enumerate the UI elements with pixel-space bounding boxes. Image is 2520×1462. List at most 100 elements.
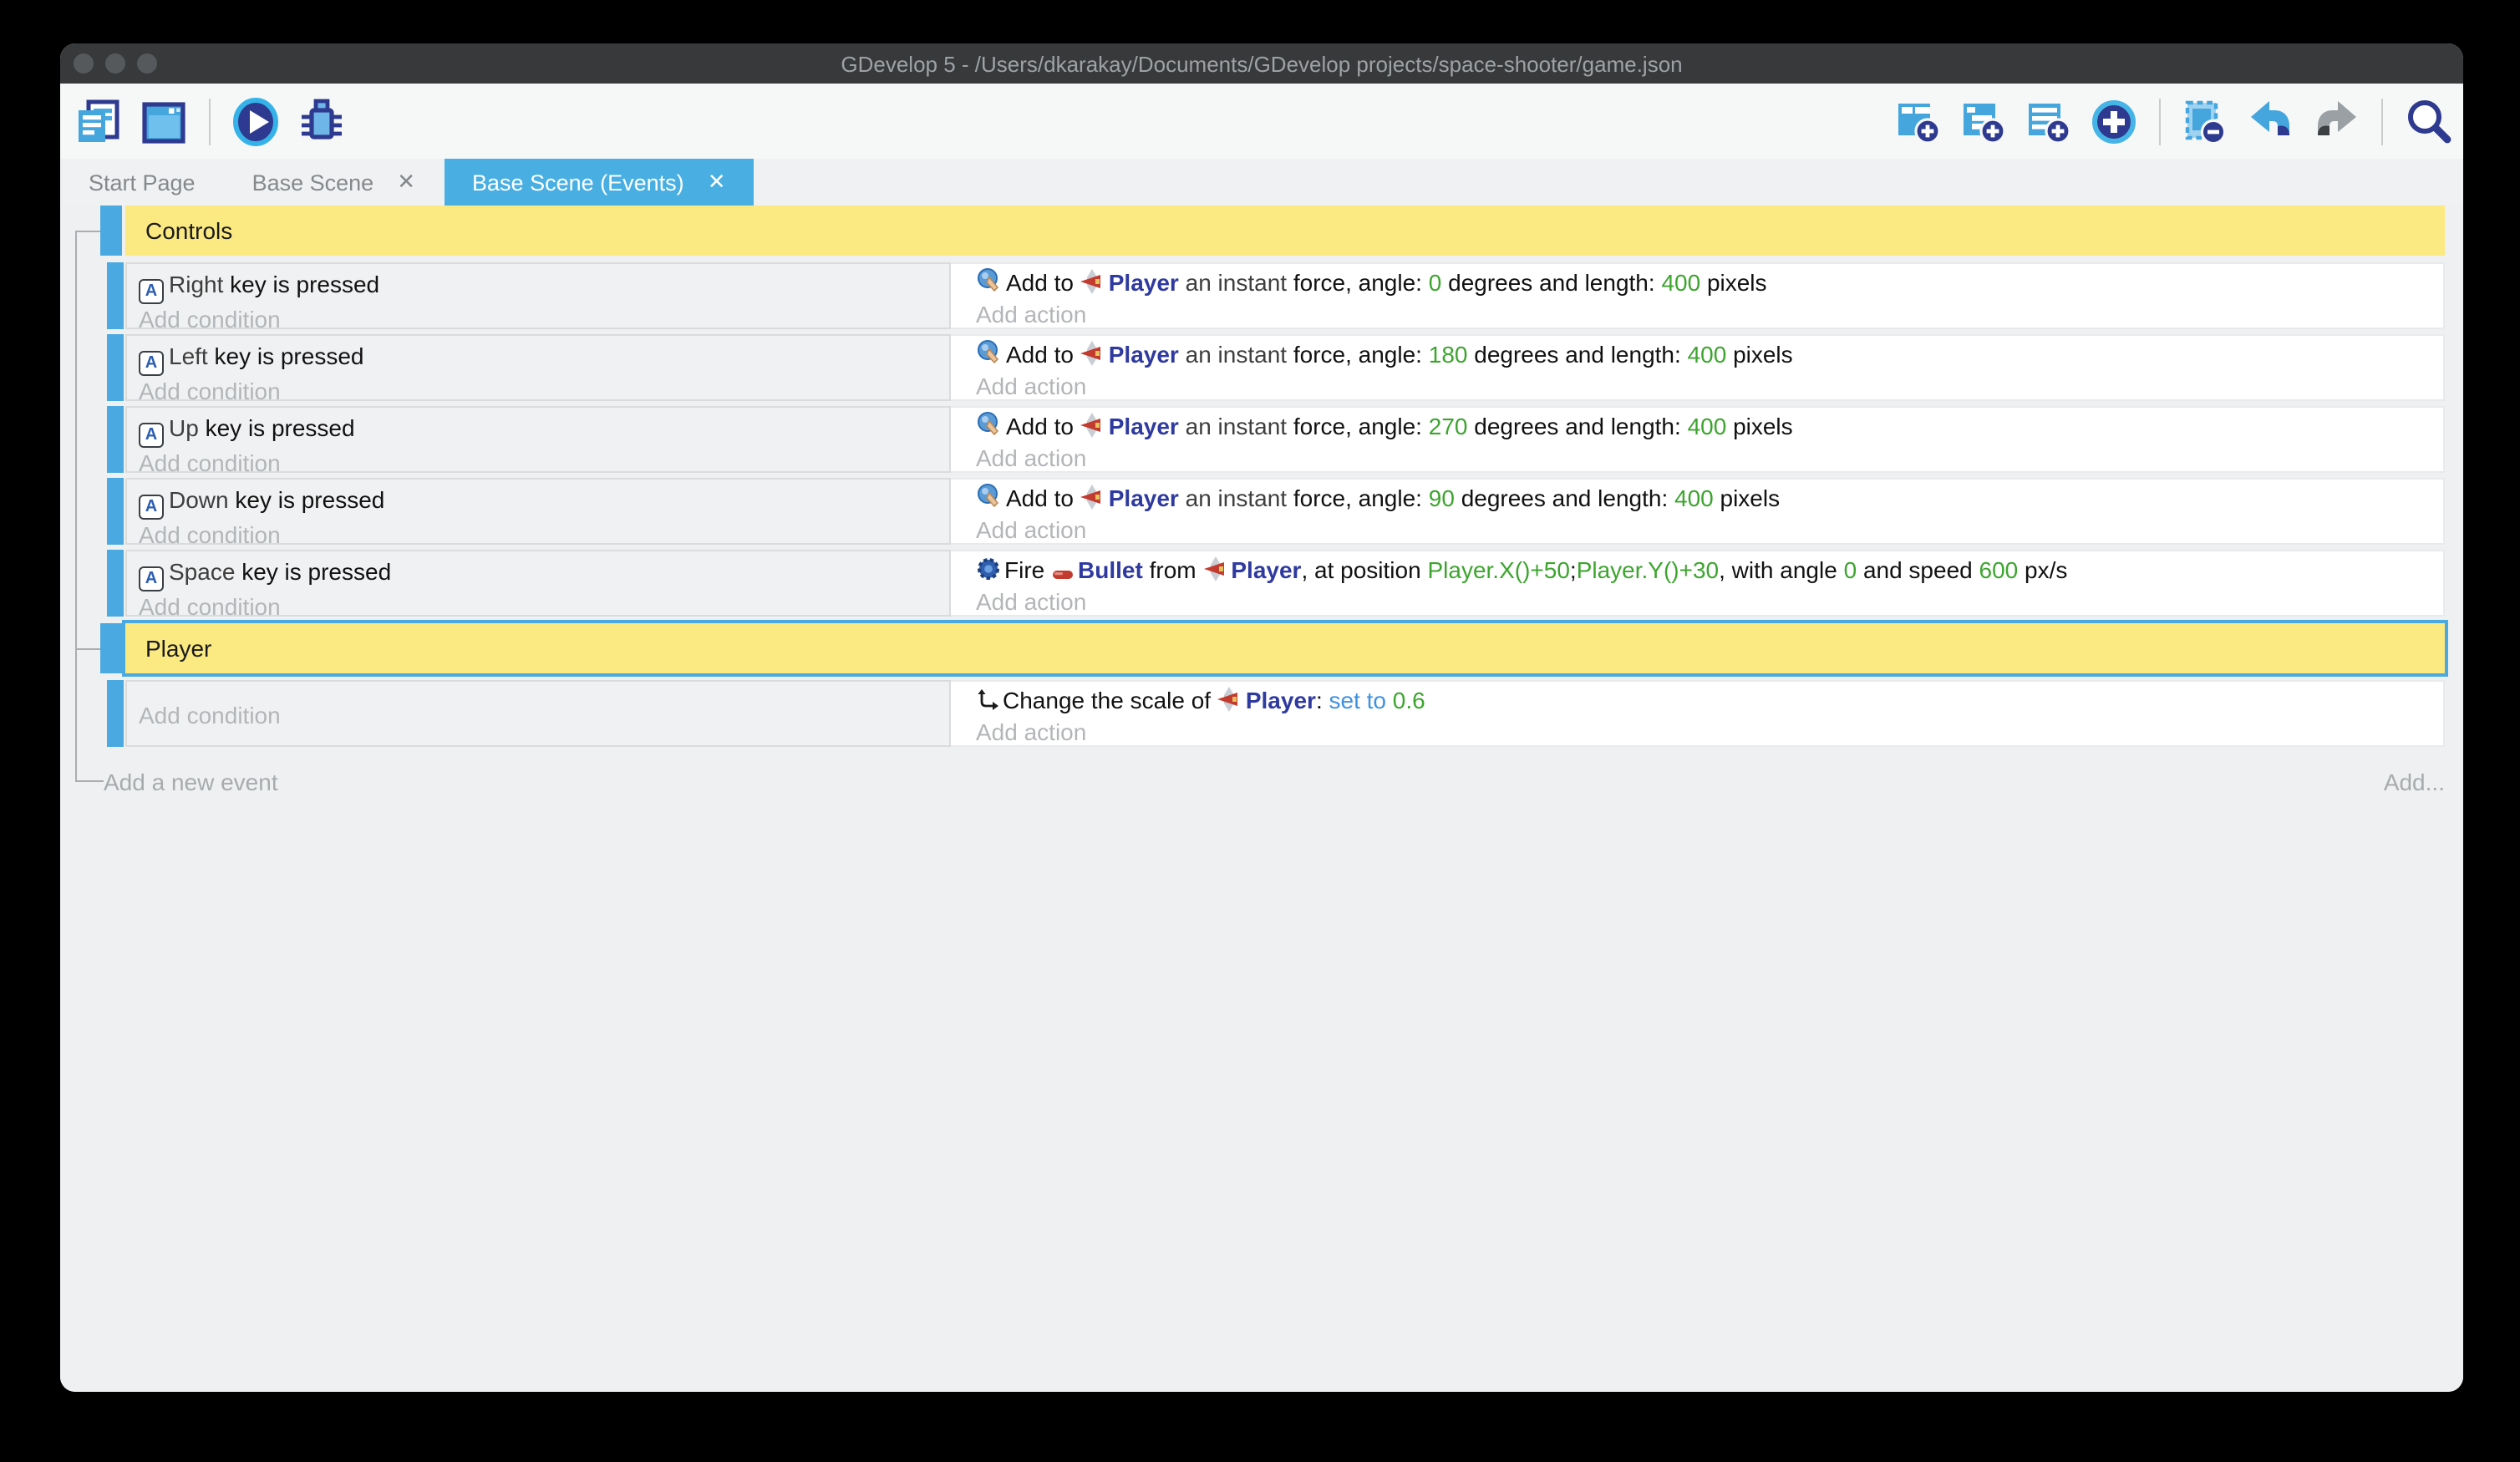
condition-sentence[interactable]: ASpace key is pressed (127, 551, 949, 591)
event-indent-bar (107, 406, 124, 473)
undo-icon[interactable] (2246, 96, 2296, 146)
add-action-link[interactable]: Add action (964, 371, 2445, 401)
project-manager-icon[interactable] (74, 96, 124, 146)
close-tab-icon[interactable]: ✕ (397, 169, 415, 195)
event-indent-bar (107, 550, 124, 617)
window-title: GDevelop 5 - /Users/dkarakay/Documents/G… (60, 43, 2463, 85)
conditions-cell: ASpace key is pressed Add condition (125, 550, 951, 617)
add-condition-link[interactable]: Add condition (127, 304, 949, 334)
condition-sentence[interactable]: ALeft key is pressed (127, 336, 949, 376)
force-icon (976, 267, 1003, 294)
keyboard-icon: A (139, 495, 164, 520)
event-indent-bar (100, 206, 122, 256)
add-action-link[interactable]: Add action (964, 515, 2445, 545)
actions-cell: Change the scale of Player: set to 0.6 A… (964, 680, 2445, 747)
toolbar (60, 84, 2463, 159)
add-action-link[interactable]: Add action (964, 717, 2445, 747)
actions-cell: Fire Bullet from Player, at position Pla… (964, 550, 2445, 617)
keyboard-icon: A (139, 423, 164, 448)
event-group-controls[interactable]: Controls (60, 206, 2463, 256)
add-comment-icon[interactable] (2024, 96, 2074, 146)
tab-base-scene[interactable]: Base Scene ✕ (224, 159, 444, 206)
add-more-link[interactable]: Add... (2384, 769, 2445, 795)
screen: GDevelop 5 - /Users/dkarakay/Documents/G… (0, 0, 2520, 1462)
action-sentence[interactable]: Change the scale of Player: set to 0.6 (964, 680, 2445, 717)
toolbar-divider (209, 98, 211, 145)
event-indent-bar (107, 478, 124, 545)
keyboard-icon: A (139, 351, 164, 376)
actions-cell: Add to Player an instant force, angle: 9… (964, 478, 2445, 545)
conditions-cell: ARight key is pressed Add condition (125, 262, 951, 329)
action-sentence[interactable]: Fire Bullet from Player, at position Pla… (964, 550, 2445, 586)
event-row: AUp key is pressed Add condition Add to … (60, 406, 2463, 473)
conditions-cell: AUp key is pressed Add condition (125, 406, 951, 473)
event-row: ALeft key is pressed Add condition Add t… (60, 334, 2463, 401)
player-object-icon (1080, 485, 1105, 510)
add-new-event-link[interactable]: Add a new event (104, 769, 278, 795)
tab-label: Base Scene (Events) (472, 170, 684, 195)
keyboard-icon: A (139, 279, 164, 304)
event-row: ADown key is pressed Add condition Add t… (60, 478, 2463, 545)
action-sentence[interactable]: Add to Player an instant force, angle: 1… (964, 334, 2445, 371)
add-condition-link[interactable]: Add condition (127, 520, 949, 550)
player-object-icon (1080, 413, 1105, 438)
scale-icon (976, 688, 999, 712)
tab-label: Start Page (89, 170, 196, 195)
events-sheet: Controls ARight key is pressed Add condi… (60, 206, 2463, 1392)
keyboard-icon: A (139, 566, 164, 591)
search-icon[interactable] (2403, 96, 2453, 146)
fire-bullet-icon (976, 556, 1001, 581)
player-object-icon (1080, 341, 1105, 366)
action-sentence[interactable]: Add to Player an instant force, angle: 0… (964, 262, 2445, 299)
force-icon (976, 483, 1003, 510)
add-condition-link[interactable]: Add condition (127, 591, 949, 622)
event-row: ASpace key is pressed Add condition Fire… (60, 550, 2463, 617)
event-indent-bar (100, 623, 122, 673)
actions-cell: Add to Player an instant force, angle: 2… (964, 406, 2445, 473)
gdevelop-window: GDevelop 5 - /Users/dkarakay/Documents/G… (60, 43, 2463, 1392)
actions-cell: Add to Player an instant force, angle: 0… (964, 262, 2445, 329)
tab-label: Base Scene (252, 170, 374, 195)
close-tab-icon[interactable]: ✕ (708, 169, 726, 195)
tab-bar: Start Page Base Scene ✕ Base Scene (Even… (60, 159, 2463, 206)
group-label: Controls (125, 206, 2445, 256)
tab-base-scene-events[interactable]: Base Scene (Events) ✕ (444, 159, 754, 206)
preview-play-icon[interactable] (231, 96, 281, 146)
player-object-icon (1202, 556, 1227, 581)
add-event-icon[interactable] (1893, 96, 1943, 146)
player-object-icon (1080, 269, 1105, 294)
player-object-icon (1217, 687, 1242, 712)
condition-sentence[interactable]: ADown key is pressed (127, 480, 949, 520)
event-indent-bar (107, 334, 124, 401)
condition-sentence[interactable]: AUp key is pressed (127, 408, 949, 448)
condition-sentence[interactable]: ARight key is pressed (127, 264, 949, 304)
force-icon (976, 339, 1003, 366)
add-action-link[interactable]: Add action (964, 443, 2445, 473)
remove-event-icon[interactable] (2181, 96, 2231, 146)
conditions-cell: ALeft key is pressed Add condition (125, 334, 951, 401)
group-label: Player (125, 623, 2445, 673)
group-header-cell[interactable]: Controls (125, 206, 2445, 256)
add-condition-link[interactable]: Add condition (127, 448, 949, 478)
titlebar: GDevelop 5 - /Users/dkarakay/Documents/G… (60, 43, 2463, 84)
event-indent-bar (107, 262, 124, 329)
bullet-object-icon (1051, 568, 1075, 581)
scene-editor-icon[interactable] (139, 96, 189, 146)
event-indent-bar (107, 680, 124, 747)
debug-icon[interactable] (296, 96, 346, 146)
add-subevent-icon[interactable] (1959, 96, 2009, 146)
force-icon (976, 411, 1003, 438)
add-circle-icon[interactable] (2089, 96, 2139, 146)
add-condition-link[interactable]: Add condition (127, 682, 949, 730)
action-sentence[interactable]: Add to Player an instant force, angle: 2… (964, 406, 2445, 443)
event-row: Add condition Change the scale of Player… (60, 680, 2463, 747)
tab-start-page[interactable]: Start Page (60, 159, 224, 206)
toolbar-divider (2159, 98, 2161, 145)
add-action-link[interactable]: Add action (964, 299, 2445, 329)
add-action-link[interactable]: Add action (964, 586, 2445, 617)
action-sentence[interactable]: Add to Player an instant force, angle: 9… (964, 478, 2445, 515)
add-condition-link[interactable]: Add condition (127, 376, 949, 406)
event-group-player[interactable]: Player (60, 623, 2463, 673)
redo-icon[interactable] (2311, 96, 2361, 146)
group-header-cell-selected[interactable]: Player (125, 623, 2445, 673)
